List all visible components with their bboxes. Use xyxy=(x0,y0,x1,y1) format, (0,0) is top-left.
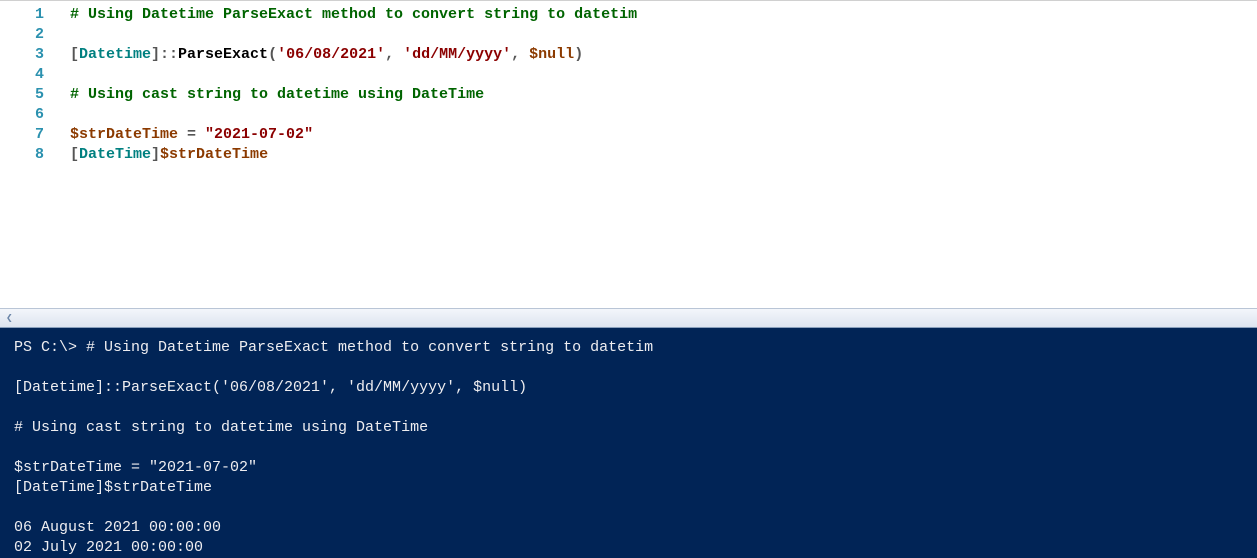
console-line: $strDateTime = "2021-07-02" xyxy=(14,458,1243,478)
console-line xyxy=(14,398,1243,418)
code-token: [ xyxy=(70,46,79,63)
code-token: , xyxy=(385,46,403,63)
script-editor-pane[interactable]: 12345678 # Using Datetime ParseExact met… xyxy=(0,0,1257,308)
code-token: DateTime xyxy=(79,146,151,163)
code-token: ) xyxy=(574,46,583,63)
code-token: # Using cast string to datetime using Da… xyxy=(70,86,484,103)
code-line[interactable]: $strDateTime = "2021-07-02" xyxy=(70,125,1257,145)
console-line: 06 August 2021 00:00:00 xyxy=(14,518,1243,538)
code-token: Datetime xyxy=(79,46,151,63)
console-line: PS C:\> # Using Datetime ParseExact meth… xyxy=(14,338,1243,358)
code-editor-area[interactable]: # Using Datetime ParseExact method to co… xyxy=(56,1,1257,308)
line-number: 4 xyxy=(0,65,56,85)
code-token: $null xyxy=(529,46,574,63)
line-number: 1 xyxy=(0,5,56,25)
console-line xyxy=(14,498,1243,518)
line-number-gutter: 12345678 xyxy=(0,1,56,308)
code-token: $strDateTime xyxy=(70,126,178,143)
code-token: 'dd/MM/yyyy' xyxy=(403,46,511,63)
code-token: ]:: xyxy=(151,46,178,63)
code-line[interactable]: # Using Datetime ParseExact method to co… xyxy=(70,5,1257,25)
console-line: 02 July 2021 00:00:00 xyxy=(14,538,1243,558)
code-token: [ xyxy=(70,146,79,163)
line-number: 5 xyxy=(0,85,56,105)
code-line[interactable]: # Using cast string to datetime using Da… xyxy=(70,85,1257,105)
console-line xyxy=(14,358,1243,378)
console-line: # Using cast string to datetime using Da… xyxy=(14,418,1243,438)
code-line[interactable] xyxy=(70,105,1257,125)
pane-splitter[interactable]: ❮ xyxy=(0,308,1257,328)
code-token: "2021-07-02" xyxy=(205,126,313,143)
code-line[interactable] xyxy=(70,65,1257,85)
code-line[interactable]: [DateTime]$strDateTime xyxy=(70,145,1257,165)
code-token: ] xyxy=(151,146,160,163)
code-line[interactable] xyxy=(70,25,1257,45)
code-line[interactable]: [Datetime]::ParseExact('06/08/2021', 'dd… xyxy=(70,45,1257,65)
code-token: # Using Datetime ParseExact method to co… xyxy=(70,6,637,23)
code-token: , xyxy=(511,46,529,63)
line-number: 3 xyxy=(0,45,56,65)
console-line: [DateTime]$strDateTime xyxy=(14,478,1243,498)
code-token: '06/08/2021' xyxy=(277,46,385,63)
console-line xyxy=(14,438,1243,458)
console-output-pane[interactable]: PS C:\> # Using Datetime ParseExact meth… xyxy=(0,328,1257,558)
code-token: = xyxy=(178,126,205,143)
console-line: [Datetime]::ParseExact('06/08/2021', 'dd… xyxy=(14,378,1243,398)
line-number: 2 xyxy=(0,25,56,45)
code-token: $strDateTime xyxy=(160,146,268,163)
chevron-left-icon: ❮ xyxy=(6,311,13,325)
code-token: ( xyxy=(268,46,277,63)
line-number: 7 xyxy=(0,125,56,145)
line-number: 8 xyxy=(0,145,56,165)
line-number: 6 xyxy=(0,105,56,125)
code-token: ParseExact xyxy=(178,46,268,63)
